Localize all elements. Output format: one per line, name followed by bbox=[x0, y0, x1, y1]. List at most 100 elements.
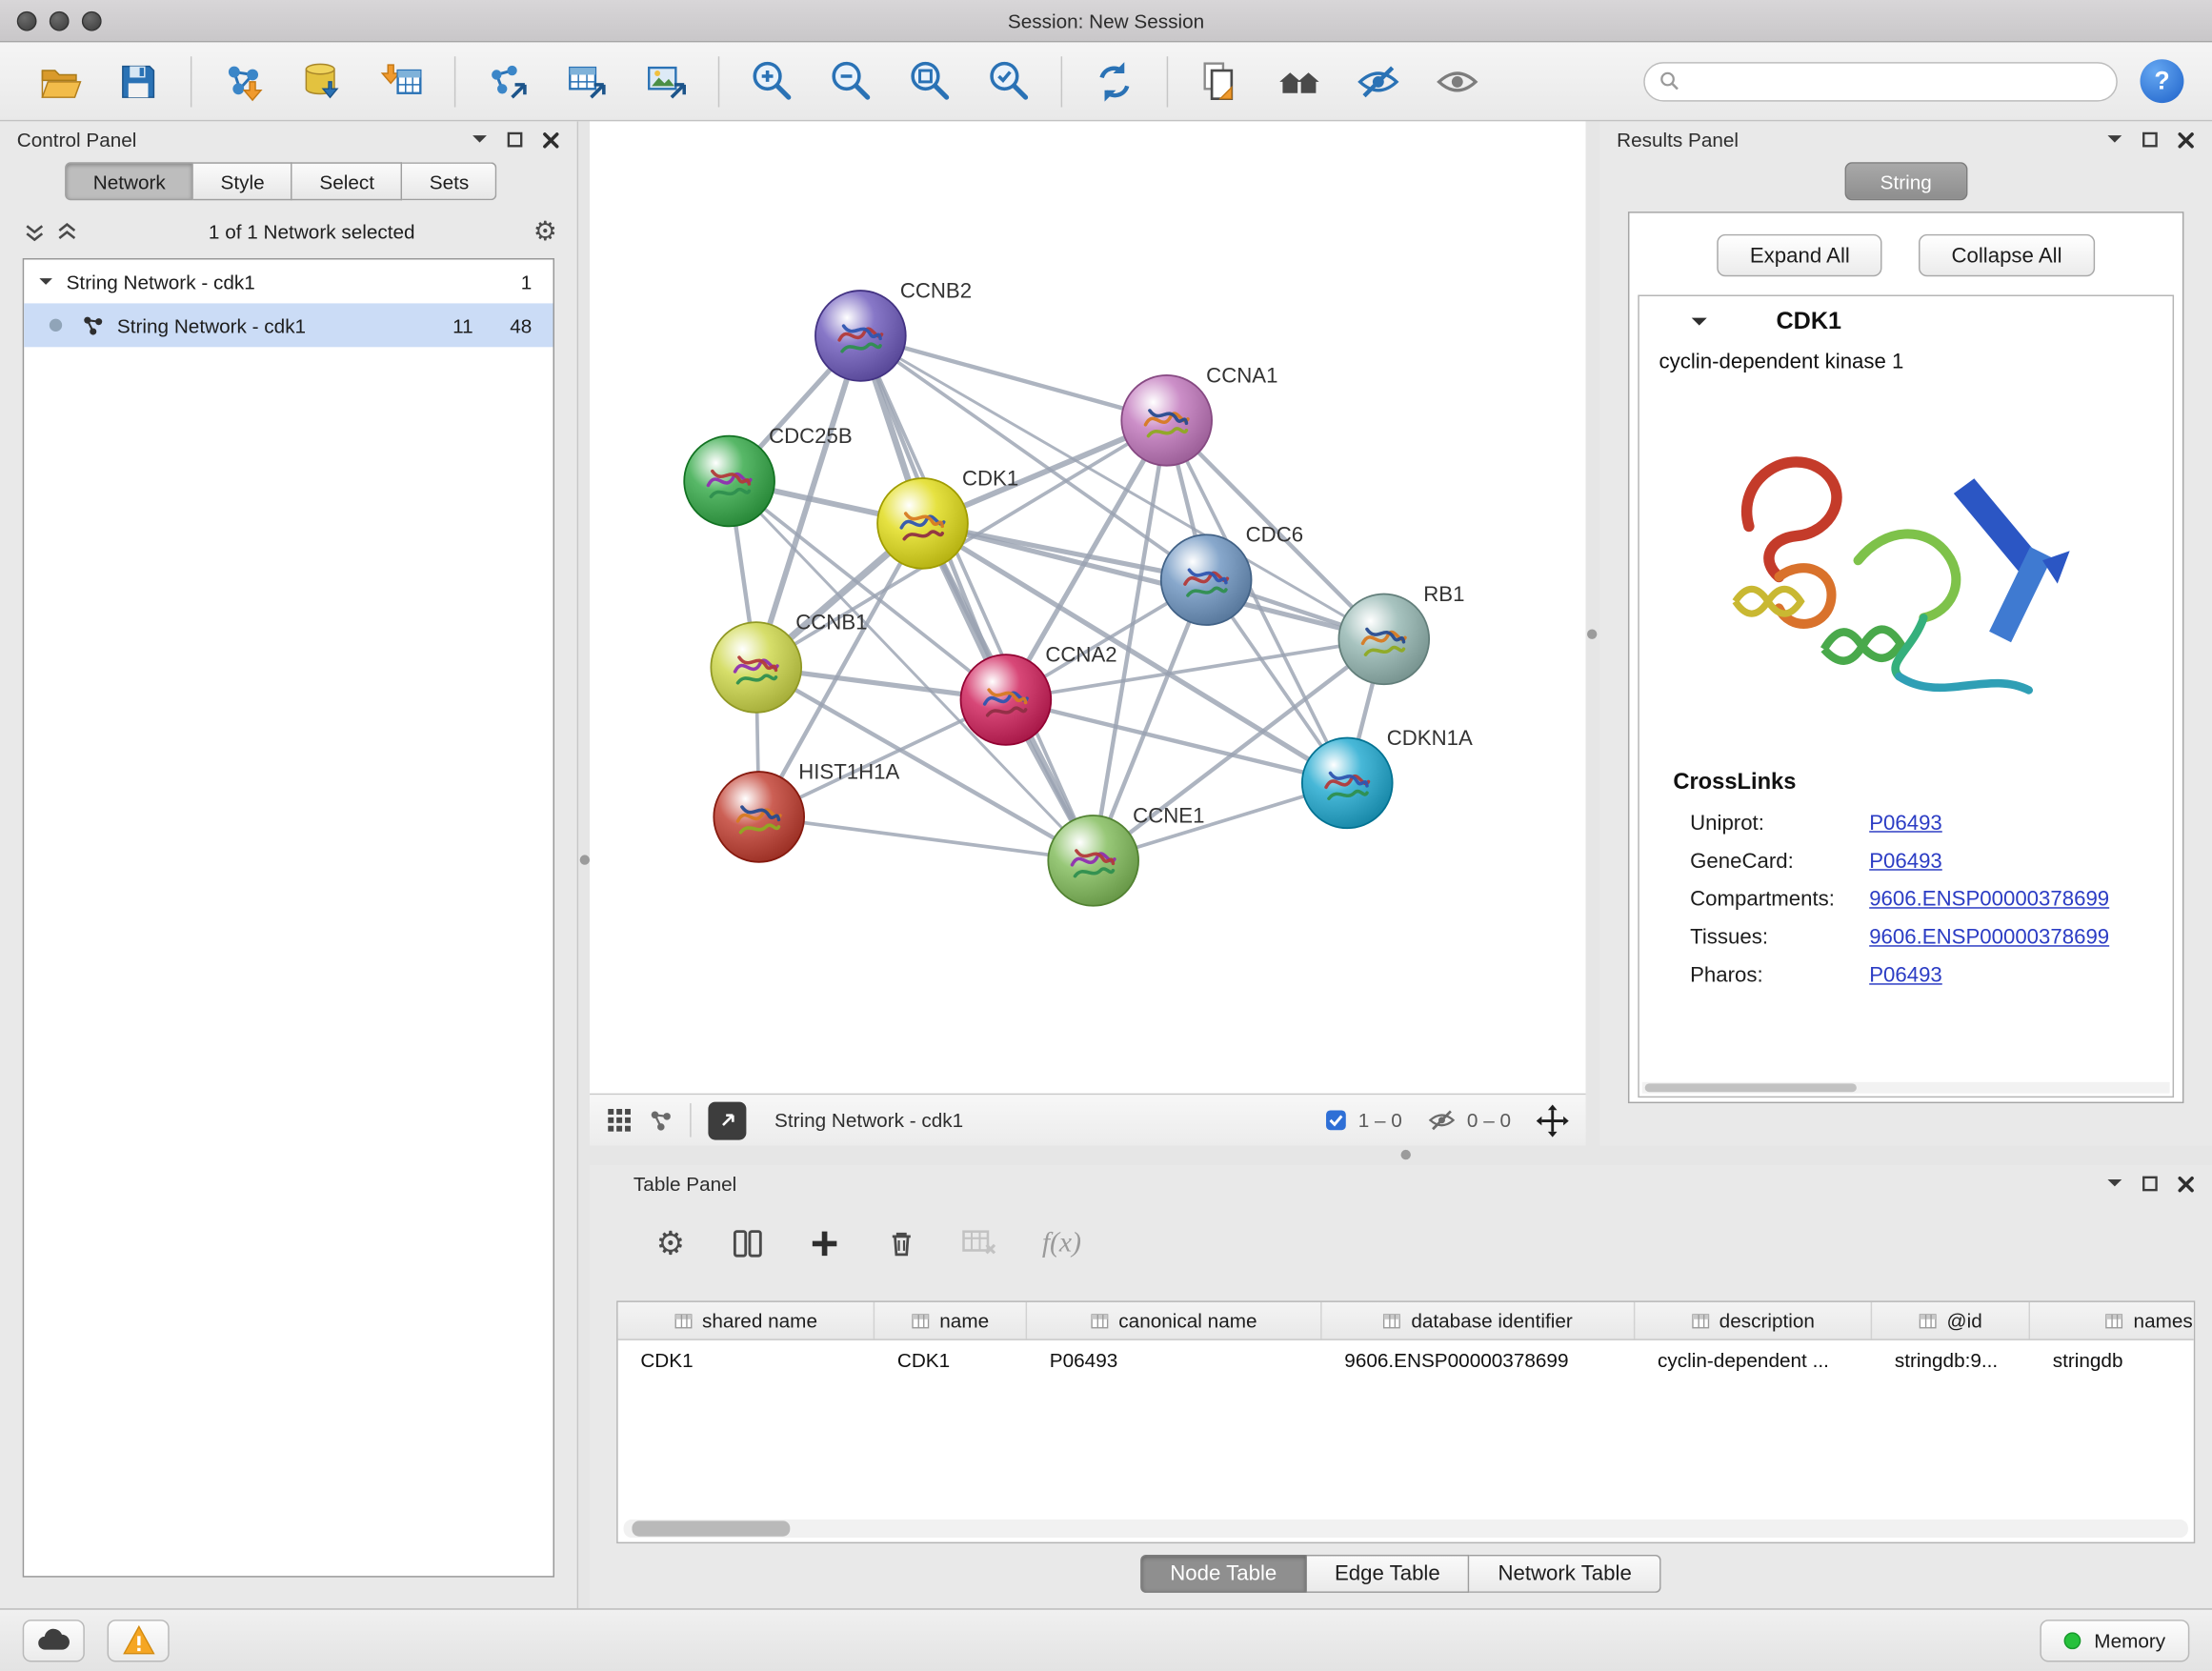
show-columns-button[interactable] bbox=[731, 1227, 763, 1259]
float-panel-icon[interactable] bbox=[2142, 131, 2159, 149]
grid-view-icon[interactable] bbox=[607, 1108, 633, 1134]
close-panel-icon[interactable] bbox=[542, 131, 560, 149]
column-header-name[interactable]: name bbox=[875, 1302, 1027, 1339]
birdseye-toggle-button[interactable] bbox=[708, 1101, 746, 1139]
hide-graphics-details-button[interactable] bbox=[1344, 49, 1412, 113]
tab-select[interactable]: Select bbox=[292, 162, 402, 200]
protein-section-header[interactable]: CDK1 bbox=[1639, 296, 2173, 347]
network-edge[interactable] bbox=[759, 816, 1094, 860]
table-settings-gear-icon[interactable]: ⚙ bbox=[656, 1227, 686, 1259]
network-options-gear-icon[interactable]: ⚙ bbox=[533, 218, 557, 245]
tab-network-table[interactable]: Network Table bbox=[1470, 1555, 1661, 1593]
crosslink-link[interactable]: P06493 bbox=[1869, 850, 1942, 874]
scrollbar-thumb[interactable] bbox=[632, 1520, 790, 1536]
splitter-handle[interactable] bbox=[580, 855, 590, 864]
tab-style[interactable]: Style bbox=[193, 162, 292, 200]
panel-menu-icon[interactable] bbox=[472, 134, 489, 146]
network-node-ccnb2[interactable] bbox=[815, 291, 906, 381]
close-panel-icon[interactable] bbox=[2177, 1175, 2195, 1193]
delete-column-button[interactable] bbox=[885, 1227, 916, 1258]
splitter-handle[interactable] bbox=[1587, 629, 1597, 638]
panel-menu-icon[interactable] bbox=[2106, 1178, 2123, 1190]
table-cell[interactable]: P06493 bbox=[1027, 1340, 1322, 1379]
pan-crosshair-icon[interactable] bbox=[1537, 1104, 1569, 1137]
hidden-eye-slash-icon[interactable] bbox=[1427, 1106, 1456, 1135]
import-network-database-button[interactable] bbox=[290, 49, 357, 113]
create-view-button[interactable] bbox=[1186, 49, 1254, 113]
function-builder-button[interactable]: f(x) bbox=[1042, 1227, 1081, 1259]
table-horizontal-scrollbar[interactable] bbox=[624, 1520, 2188, 1538]
warnings-button[interactable] bbox=[108, 1619, 170, 1661]
table-cell[interactable]: stringdb bbox=[2030, 1340, 2195, 1379]
cloud-status-button[interactable] bbox=[23, 1619, 85, 1661]
selected-checkbox-icon[interactable] bbox=[1324, 1109, 1347, 1132]
column-header-namespace[interactable]: namespace bbox=[2030, 1302, 2195, 1339]
horizontal-splitter[interactable] bbox=[590, 1145, 2212, 1165]
table-cell[interactable]: 9606.ENSP00000378699 bbox=[1322, 1340, 1636, 1379]
home-views-button[interactable] bbox=[1265, 49, 1333, 113]
network-node-hist1h1a[interactable] bbox=[714, 772, 804, 862]
splitter-handle[interactable] bbox=[1401, 1150, 1411, 1159]
table-cell[interactable]: stringdb:9... bbox=[1872, 1340, 2030, 1379]
import-table-button[interactable] bbox=[369, 49, 436, 113]
network-edge[interactable] bbox=[860, 335, 1166, 420]
network-node-cdk1[interactable] bbox=[877, 478, 968, 569]
tab-network[interactable]: Network bbox=[65, 162, 193, 200]
column-header-shared-name[interactable]: shared name bbox=[618, 1302, 875, 1339]
network-row-selected[interactable]: String Network - cdk1 11 48 bbox=[24, 303, 553, 347]
help-button[interactable]: ? bbox=[2141, 59, 2184, 103]
import-network-file-button[interactable] bbox=[211, 49, 278, 113]
show-graphics-details-button[interactable] bbox=[1423, 49, 1491, 113]
export-network-button[interactable] bbox=[474, 49, 542, 113]
expand-all-button[interactable]: Expand All bbox=[1718, 234, 1882, 276]
export-image-button[interactable] bbox=[632, 49, 699, 113]
apply-layout-button[interactable] bbox=[1080, 49, 1148, 113]
zoom-fit-button[interactable] bbox=[895, 49, 963, 113]
expand-all-icon[interactable] bbox=[58, 222, 76, 240]
zoom-out-button[interactable] bbox=[816, 49, 884, 113]
scrollbar-thumb[interactable] bbox=[1645, 1083, 1857, 1092]
crosslink-link[interactable]: 9606.ENSP00000378699 bbox=[1869, 925, 2109, 949]
zoom-selected-button[interactable] bbox=[975, 49, 1042, 113]
network-node-cdc6[interactable] bbox=[1161, 534, 1252, 625]
right-splitter[interactable] bbox=[1586, 121, 1600, 1145]
tab-node-table[interactable]: Node Table bbox=[1140, 1555, 1306, 1593]
create-column-button[interactable] bbox=[808, 1227, 840, 1259]
crosslink-link[interactable]: P06493 bbox=[1869, 812, 1942, 836]
search-input[interactable] bbox=[1689, 70, 2102, 91]
network-collection-row[interactable]: String Network - cdk1 1 bbox=[24, 259, 553, 303]
tab-edge-table[interactable]: Edge Table bbox=[1306, 1555, 1469, 1593]
network-overview-icon[interactable] bbox=[649, 1108, 673, 1132]
results-scrollbar[interactable] bbox=[1642, 1082, 2170, 1094]
export-table-button[interactable] bbox=[553, 49, 621, 113]
collapse-all-icon[interactable] bbox=[26, 222, 44, 240]
memory-button[interactable]: Memory bbox=[2041, 1619, 2189, 1661]
tab-string[interactable]: String bbox=[1845, 162, 1967, 200]
crosslink-link[interactable]: 9606.ENSP00000378699 bbox=[1869, 887, 2109, 911]
crosslink-link[interactable]: P06493 bbox=[1869, 963, 1942, 987]
column-header-description[interactable]: description bbox=[1635, 1302, 1872, 1339]
float-panel-icon[interactable] bbox=[507, 131, 524, 149]
zoom-in-button[interactable] bbox=[738, 49, 806, 113]
network-node-ccna1[interactable] bbox=[1121, 375, 1212, 466]
network-node-ccna2[interactable] bbox=[960, 654, 1051, 745]
network-node-ccne1[interactable] bbox=[1048, 815, 1138, 906]
column-header-@id[interactable]: @id bbox=[1872, 1302, 2030, 1339]
delete-table-button[interactable] bbox=[961, 1228, 996, 1258]
column-header-canonical-name[interactable]: canonical name bbox=[1027, 1302, 1322, 1339]
table-cell[interactable]: CDK1 bbox=[875, 1340, 1027, 1379]
open-session-button[interactable] bbox=[26, 49, 93, 113]
column-header-database-identifier[interactable]: database identifier bbox=[1322, 1302, 1636, 1339]
caret-down-icon[interactable] bbox=[38, 276, 53, 288]
left-splitter[interactable] bbox=[578, 121, 590, 1608]
table-cell[interactable]: cyclin-dependent ... bbox=[1635, 1340, 1872, 1379]
panel-menu-icon[interactable] bbox=[2106, 134, 2123, 146]
float-panel-icon[interactable] bbox=[2142, 1176, 2159, 1193]
table-row[interactable]: CDK1CDK1P064939606.ENSP00000378699cyclin… bbox=[618, 1340, 2194, 1379]
tab-sets[interactable]: Sets bbox=[403, 162, 497, 200]
table-cell[interactable]: CDK1 bbox=[618, 1340, 875, 1379]
close-panel-icon[interactable] bbox=[2177, 131, 2195, 149]
network-node-cdkn1a[interactable] bbox=[1302, 738, 1393, 829]
network-node-rb1[interactable] bbox=[1338, 594, 1429, 684]
network-node-ccnb1[interactable] bbox=[711, 622, 801, 713]
